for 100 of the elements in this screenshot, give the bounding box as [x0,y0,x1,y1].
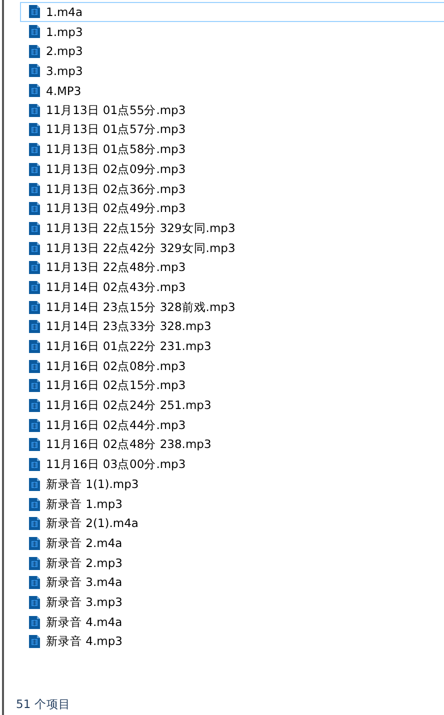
file-row[interactable]: 11月14日 02点43分.mp3 [20,278,444,298]
file-row[interactable]: 新录音 2.m4a [20,534,444,554]
file-row[interactable]: 11月16日 02点48分 238.mp3 [20,435,444,455]
file-name: 11月16日 03点00分.mp3 [46,457,186,472]
file-row[interactable]: 新录音 2.mp3 [20,553,444,573]
file-row[interactable]: 新录音 3.m4a [20,572,444,593]
audio-file-icon [29,596,40,609]
file-name: 11月13日 22点48分.mp3 [46,260,186,276]
audio-file-icon [29,182,40,196]
audio-file-icon [29,340,40,354]
audio-file-icon [29,556,40,570]
file-row[interactable]: 新录音 3.mp3 [20,592,444,612]
file-name: 11月13日 01点58分.mp3 [46,142,186,158]
file-row[interactable]: 11月16日 02点15分.mp3 [20,376,444,396]
item-count: 51 个项目 [16,696,70,712]
file-name: 新录音 2.mp3 [46,556,122,571]
file-row[interactable]: 11月13日 02点36分.mp3 [20,179,444,199]
audio-file-icon [29,418,40,432]
file-name: 11月13日 02点36分.mp3 [46,182,186,197]
file-row[interactable]: 1.mp3 [20,22,444,42]
file-name: 11月16日 01点22分 231.mp3 [46,339,212,354]
file-name: 11月16日 02点08分.mp3 [46,358,186,374]
audio-file-icon [29,25,40,38]
audio-file-icon [29,616,40,629]
file-row[interactable]: 11月13日 02点49分.mp3 [20,198,444,219]
file-name: 11月13日 02点09分.mp3 [46,162,186,177]
audio-file-icon [29,242,40,255]
audio-file-icon [29,300,40,314]
file-row[interactable]: 11月16日 03点00分.mp3 [20,454,444,474]
file-name: 1.m4a [46,4,83,19]
file-row[interactable]: 新录音 1.mp3 [20,494,444,514]
file-row[interactable]: 11月13日 22点15分 329女同.mp3 [20,218,444,238]
audio-file-icon [29,635,40,648]
audio-file-icon [29,280,40,294]
file-name: 11月14日 23点15分 328前戏.mp3 [46,300,236,315]
file-row[interactable]: 11月13日 01点55分.mp3 [20,100,444,120]
file-name: 1.mp3 [46,24,83,39]
file-name: 11月14日 23点33分 328.mp3 [46,319,212,334]
audio-file-icon [29,576,40,590]
file-name: 新录音 4.m4a [46,614,122,630]
file-row[interactable]: 新录音 4.m4a [20,612,444,632]
file-row[interactable]: 新录音 2(1).m4a [20,514,444,534]
file-name: 新录音 3.m4a [46,575,122,590]
audio-file-icon [29,64,40,78]
file-row[interactable]: 3.mp3 [20,61,444,81]
file-name: 4.MP3 [46,84,82,98]
audio-file-icon [29,202,40,216]
file-name: 11月16日 02点48分 238.mp3 [46,437,212,452]
file-name: 11月13日 22点42分 329女同.mp3 [46,240,236,256]
file-name: 新录音 2(1).m4a [46,516,138,532]
file-name: 新录音 1.mp3 [46,496,122,512]
file-name: 11月16日 02点44分.mp3 [46,418,186,433]
file-row[interactable]: 11月16日 02点24分 251.mp3 [20,396,444,416]
audio-file-icon [29,261,40,274]
audio-file-icon [29,458,40,472]
file-row[interactable]: 11月14日 23点15分 328前戏.mp3 [20,297,444,317]
audio-file-icon [29,104,40,117]
file-name: 11月16日 02点15分.mp3 [46,378,186,394]
audio-file-icon [29,399,40,412]
audio-file-icon [29,478,40,491]
file-row[interactable]: 11月13日 22点42分 329女同.mp3 [20,238,444,258]
audio-file-icon [29,517,40,530]
file-row[interactable]: 11月16日 02点44分.mp3 [20,415,444,436]
file-row[interactable]: 4.MP3 [20,80,444,100]
file-row[interactable]: 11月16日 01点22分 231.mp3 [20,336,444,356]
file-row[interactable]: 11月13日 02点09分.mp3 [20,160,444,180]
audio-file-icon [29,320,40,334]
file-name: 新录音 1(1).mp3 [46,476,139,492]
file-name: 11月16日 02点24分 251.mp3 [46,398,212,414]
audio-file-icon [29,5,40,18]
file-row[interactable]: 11月16日 02点08分.mp3 [20,356,444,376]
file-name: 11月14日 02点43分.mp3 [46,280,186,295]
file-row[interactable]: 11月13日 22点48分.mp3 [20,258,444,278]
file-name: 2.mp3 [46,44,83,58]
audio-file-icon [29,379,40,392]
audio-file-icon [29,536,40,550]
file-row[interactable]: 新录音 4.mp3 [20,632,444,652]
file-name: 新录音 4.mp3 [46,634,122,650]
audio-file-icon [29,143,40,156]
file-name: 11月13日 01点57分.mp3 [46,122,186,138]
file-name: 新录音 2.m4a [46,536,122,551]
file-row[interactable]: 11月13日 01点57分.mp3 [20,120,444,140]
audio-file-icon [29,123,40,136]
file-row[interactable]: 1.m4a [20,2,444,22]
file-row[interactable]: 2.mp3 [20,41,444,62]
file-row[interactable]: 新录音 1(1).mp3 [20,474,444,494]
file-name: 新录音 3.mp3 [46,594,122,610]
audio-file-icon [29,44,40,58]
audio-file-icon [29,360,40,373]
audio-file-icon [29,438,40,452]
audio-file-icon [29,162,40,176]
audio-file-icon [29,84,40,98]
file-row[interactable]: 11月14日 23点33分 328.mp3 [20,317,444,337]
audio-file-icon [29,222,40,235]
file-name: 11月13日 02点49分.mp3 [46,201,186,216]
file-row[interactable]: 11月13日 01点58分.mp3 [20,140,444,160]
audio-file-icon [29,498,40,511]
file-name: 3.mp3 [46,64,83,78]
file-name: 11月13日 01点55分.mp3 [46,102,186,118]
file-name: 11月13日 22点15分 329女同.mp3 [46,220,236,236]
